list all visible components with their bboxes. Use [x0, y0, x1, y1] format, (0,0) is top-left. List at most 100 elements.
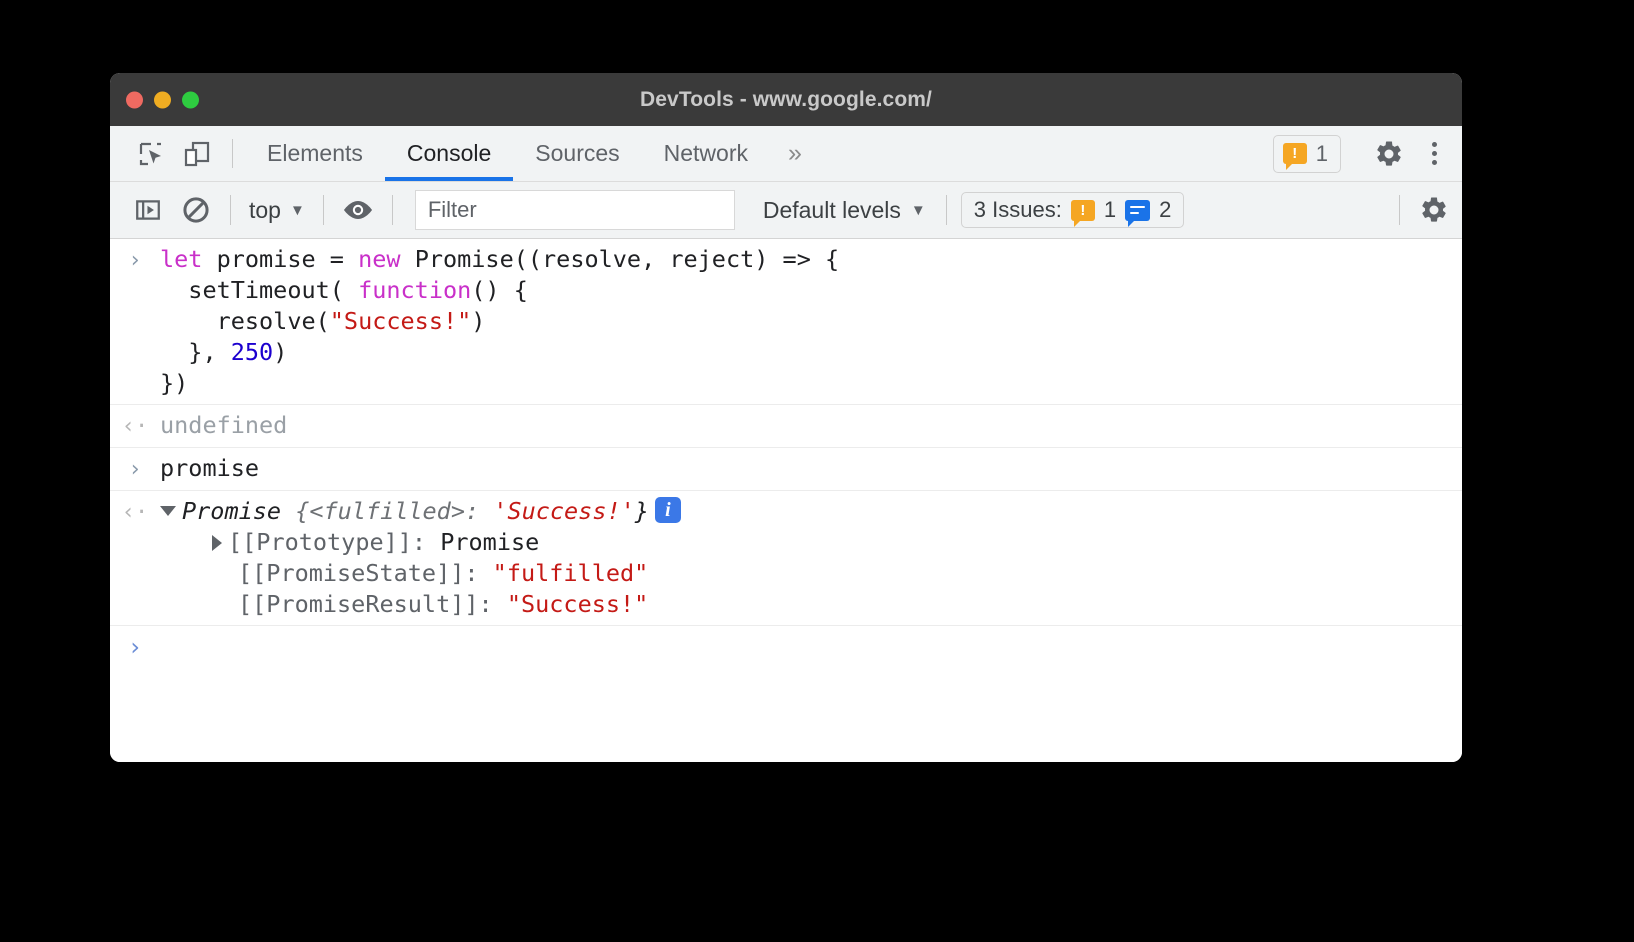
output-marker-icon: ‹· — [121, 500, 149, 525]
warning-icon: ! — [1282, 143, 1307, 170]
execution-context-label: top — [249, 196, 281, 223]
menu-dot — [1431, 142, 1437, 147]
chevron-down-icon: ▼ — [289, 201, 305, 219]
window-titlebar: DevTools - www.google.com/ — [110, 73, 1462, 126]
clear-console-icon[interactable] — [172, 182, 220, 238]
log-levels-selector[interactable]: Default levels ▼ — [753, 197, 936, 224]
close-button[interactable] — [126, 91, 143, 108]
undefined-value: undefined — [160, 411, 288, 439]
window-title: DevTools - www.google.com/ — [640, 87, 932, 111]
property-value: "Success!" — [506, 590, 649, 618]
eye-icon[interactable] — [334, 182, 382, 238]
warning-icon-2: ! — [1070, 199, 1095, 227]
prompt-marker-icon: › — [127, 633, 143, 661]
code-token: function — [358, 276, 472, 304]
tab-sources[interactable]: Sources — [513, 126, 641, 181]
code-token: }, — [160, 338, 231, 366]
menu-dot — [1431, 151, 1437, 156]
devtools-menu-icon[interactable] — [1412, 142, 1456, 165]
console-toolbar-divider — [230, 195, 231, 225]
tab-network[interactable]: Network — [642, 126, 770, 181]
code-line: resolve("Success!") — [160, 306, 1446, 337]
code-token: let — [160, 245, 203, 273]
console-toolbar-right — [1389, 195, 1462, 225]
tabbar-divider — [232, 139, 233, 168]
tabbar-right-actions: ! 1 — [1272, 126, 1462, 181]
tab-elements[interactable]: Elements — [245, 126, 385, 181]
devtools-tabbar: Elements Console Sources Network » ! 1 — [110, 126, 1462, 182]
code-token: "Success!" — [329, 307, 472, 335]
code-token: Promise((resolve, reject) => { — [400, 245, 840, 273]
triangle-right-icon[interactable] — [212, 534, 222, 551]
filter-input[interactable]: Filter — [414, 190, 735, 230]
warning-count-badge[interactable]: ! 1 — [1272, 134, 1341, 173]
code-line: setTimeout( function() { — [160, 275, 1446, 306]
object-property: [[PromiseResult]]: "Success!" — [160, 589, 1446, 620]
console-toolbar-divider-4 — [945, 195, 947, 225]
console-input-entry: › let promise = new Promise((resolve, rej… — [110, 239, 1462, 405]
console-input-code: let promise = new Promise((resolve, reje… — [160, 244, 1462, 399]
code-token: }) — [160, 369, 189, 397]
code-line: }) — [160, 368, 1446, 399]
inspect-element-icon[interactable] — [128, 126, 174, 181]
property-value: "fulfilled" — [492, 559, 649, 587]
code-token: promise = — [202, 245, 359, 273]
minimize-button[interactable] — [154, 91, 171, 108]
warning-count: 1 — [1315, 140, 1328, 166]
log-levels-label: Default levels — [762, 196, 901, 223]
issues-label: 3 Issues: — [973, 197, 1062, 222]
input-marker-icon: › — [128, 457, 142, 482]
traffic-lights — [126, 91, 199, 108]
code-line: promise — [160, 453, 1446, 484]
output-marker-icon: ‹· — [121, 414, 149, 439]
zoom-button[interactable] — [182, 91, 199, 108]
property-key: [[PromiseResult]]: — [238, 590, 507, 618]
console-sidebar-toggle-icon[interactable] — [124, 182, 172, 238]
code-line: let promise = new Promise((resolve, reje… — [160, 244, 1446, 275]
issues-warning-count: 1 — [1103, 197, 1117, 222]
console-toolbar-divider-2 — [322, 195, 324, 225]
object-class-name: Promise — [182, 497, 282, 525]
code-token: promise — [160, 454, 260, 482]
console-settings-gear-icon[interactable] — [1410, 195, 1458, 225]
tab-console[interactable]: Console — [384, 126, 514, 181]
code-token: setTimeout( — [160, 276, 359, 304]
code-token: resolve( — [160, 307, 330, 335]
chevron-down-icon-2: ▼ — [910, 201, 926, 219]
console-output[interactable]: › let promise = new Promise((resolve, rej… — [110, 239, 1462, 762]
console-toolbar-divider-5 — [1399, 195, 1400, 225]
console-prompt-row: › — [110, 626, 1462, 668]
console-output-value: undefined — [160, 410, 1462, 441]
issues-badge[interactable]: 3 Issues: ! 1 2 — [960, 192, 1185, 228]
device-toolbar-icon[interactable] — [174, 126, 220, 181]
object-property: [[PromiseState]]: "fulfilled" — [160, 558, 1446, 589]
console-object-entry: ‹· Promise {<fulfilled>: 'Success!'} i [[Pr… — [110, 491, 1462, 626]
code-token: ) — [471, 307, 486, 335]
code-line: }, 250) — [160, 337, 1446, 368]
settings-gear-icon[interactable] — [1366, 139, 1412, 169]
console-toolbar: top ▼ Filter Default levels ▼ 3 Issues: — [110, 182, 1462, 239]
object-state: {<fulfilled>: — [281, 497, 494, 525]
code-token: new — [358, 245, 401, 273]
info-badge-icon[interactable]: i — [654, 496, 681, 523]
object-header[interactable]: Promise {<fulfilled>: 'Success!'} i — [160, 496, 1446, 527]
promise-object: Promise {<fulfilled>: 'Success!'} i [[Prot… — [160, 496, 1462, 620]
property-value: Promise — [440, 528, 540, 556]
code-token: 250 — [230, 338, 274, 366]
property-key: [[PromiseState]]: — [238, 559, 493, 587]
console-input-entry: › promise — [110, 448, 1462, 491]
code-token: ) — [273, 338, 288, 366]
devtools-window: DevTools - www.google.com/ Elements Cons… — [110, 73, 1462, 762]
code-token: () { — [471, 276, 528, 304]
console-output-entry: ‹· undefined — [110, 405, 1462, 448]
screenshot-root: DevTools - www.google.com/ Elements Cons… — [0, 0, 1634, 942]
execution-context-selector[interactable]: top ▼ — [241, 197, 313, 224]
console-input-code: promise — [160, 453, 1462, 484]
property-key: [[Prototype]]: — [228, 528, 441, 556]
more-tabs-icon[interactable]: » — [770, 126, 820, 181]
issues-info-count: 2 — [1159, 197, 1172, 222]
console-toolbar-divider-3 — [391, 195, 393, 225]
object-close-brace: } — [634, 497, 649, 525]
object-property[interactable]: [[Prototype]]: Promise — [160, 527, 1446, 558]
triangle-down-icon[interactable] — [160, 505, 176, 516]
